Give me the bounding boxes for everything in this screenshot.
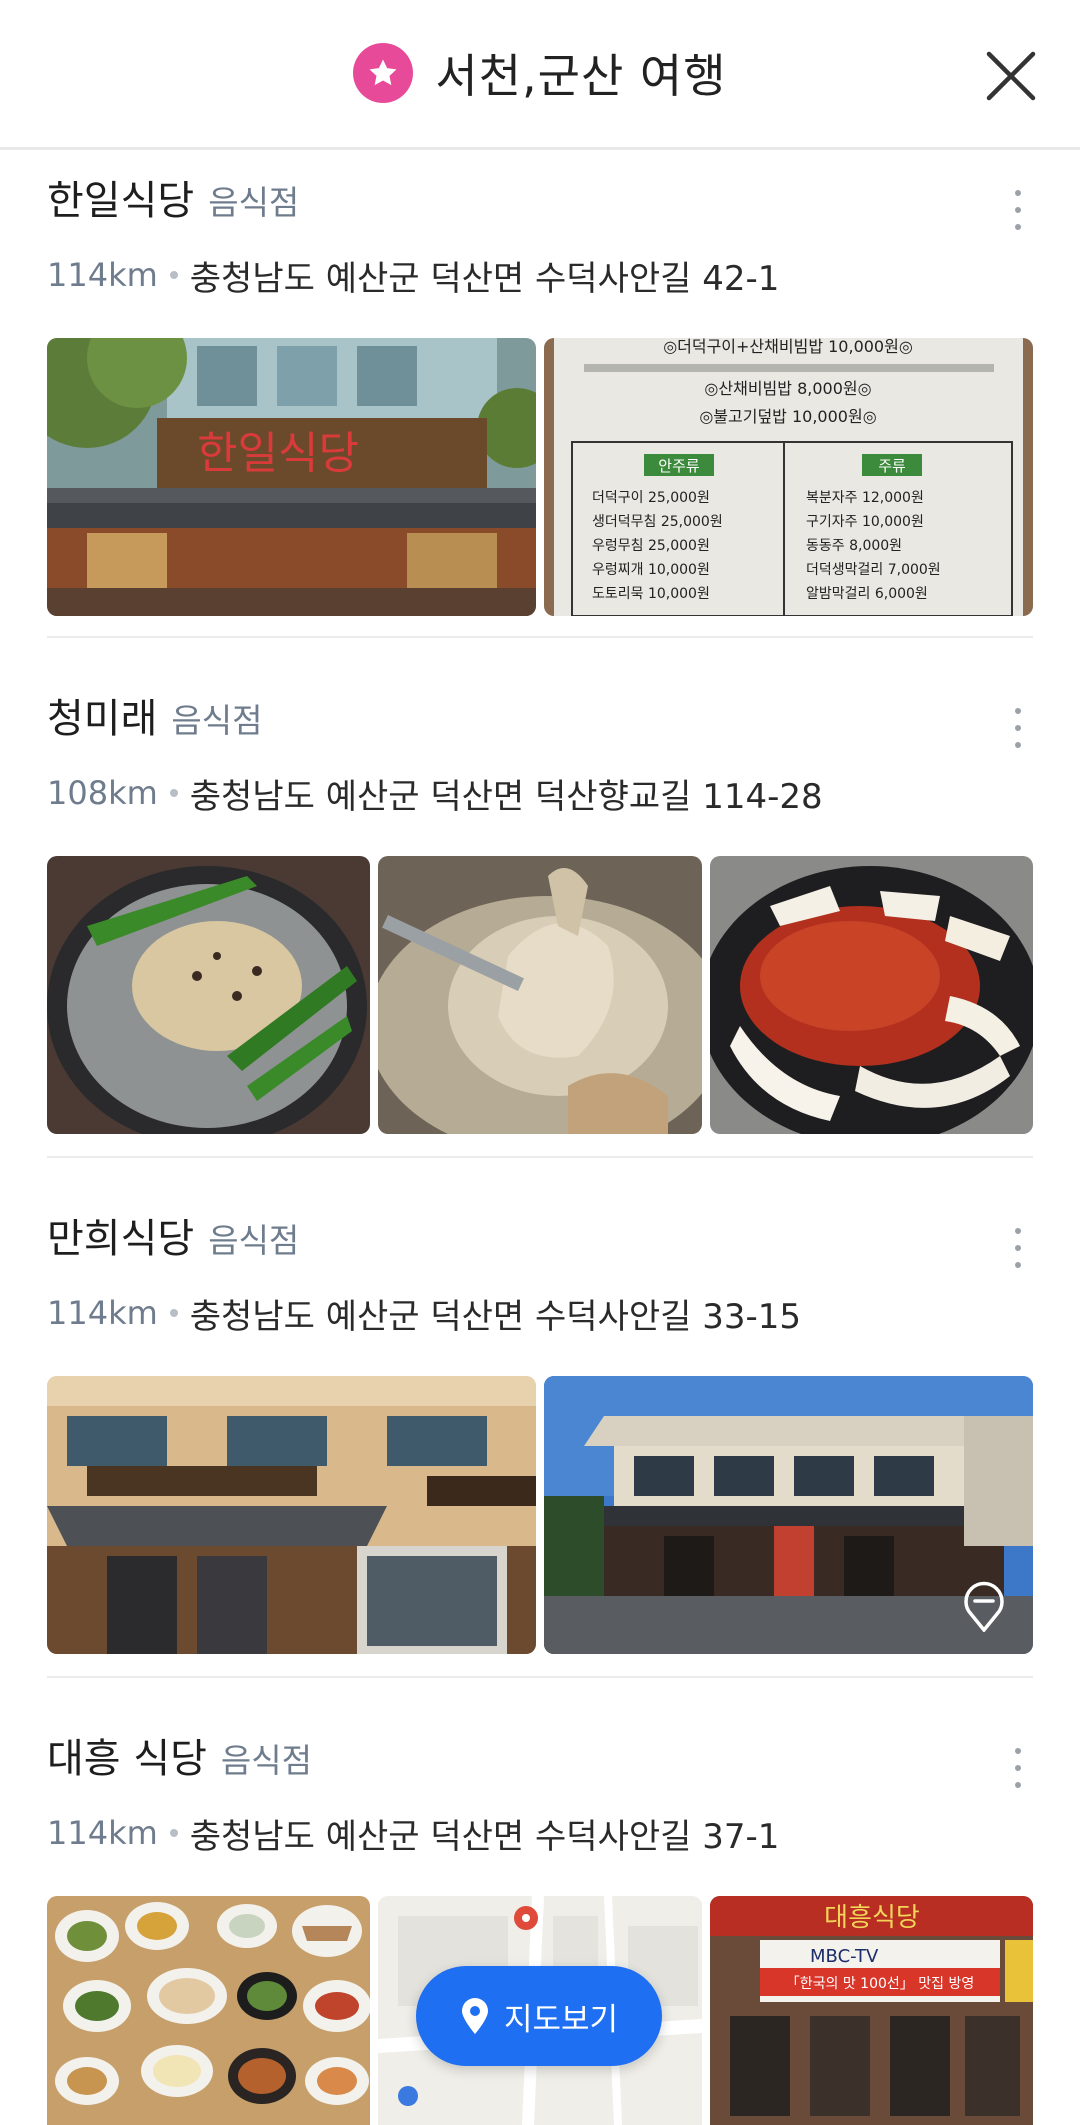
map-view-label: 지도보기 (503, 2001, 619, 2038)
sign-text: 대흥식당 (824, 1903, 920, 1933)
more-options-icon[interactable] (1003, 1228, 1033, 1268)
photo-restaurant-sign[interactable]: 대흥식당 MBC-TV 「한국의 맛 100선」 맛집 방영 (709, 1896, 1033, 2125)
menu-price-item: 알밤막걸리 6,000원 (806, 586, 928, 602)
place-title-row: 대흥 식당 음식점 (47, 1726, 1033, 1786)
place-name[interactable]: 만희식당 (47, 1206, 194, 1264)
menu-price-item: 동동주 8,000원 (806, 538, 902, 554)
place-address-row: 114km 충청남도 예산군 덕산면 수덕사안길 33-15 (47, 1288, 801, 1338)
photo-menu-board[interactable]: ◎더덕구이+산채비빔밥 10,000원◎ ◎산채비빔밥 8,000원◎ ◎불고기… (544, 338, 1033, 616)
divider (47, 1156, 1033, 1158)
divider (47, 1676, 1033, 1678)
divider (47, 636, 1033, 638)
photo-boiled-chicken[interactable] (378, 856, 702, 1134)
menu-price-item: 우렁무침 25,000원 (592, 538, 710, 554)
page-title: 서천,군산 여행 (435, 49, 727, 103)
photo-spicy-stir-fry[interactable] (709, 856, 1033, 1134)
tv-text: MBC-TV (810, 1946, 879, 1967)
place-address-row: 108km 충청남도 예산군 덕산면 덕산향교길 114-28 (47, 768, 823, 818)
photo-building-street[interactable] (544, 1376, 1033, 1654)
menu-price-item: 구기자주 10,000원 (806, 514, 924, 530)
menu-price-item: 생더덕무침 25,000원 (592, 514, 723, 530)
banner-text: 「한국의 맛 100선」 맛집 방영 (785, 1976, 973, 1992)
photo-storefront[interactable]: 한일식당 (47, 338, 536, 616)
place-address-row: 114km 충청남도 예산군 덕산면 수덕사안길 37-1 (47, 1808, 779, 1858)
menu-price-item: 더덕구이 25,000원 (592, 490, 710, 506)
place-category: 음식점 (208, 183, 300, 222)
place-distance: 108km (47, 774, 158, 812)
close-button[interactable] (980, 45, 1042, 107)
sign-text: 한일식당 (197, 428, 359, 479)
place-address-row: 114km 충청남도 예산군 덕산면 수덕사안길 42-1 (47, 250, 779, 300)
menu-price-item: 도토리묵 10,000원 (592, 586, 710, 602)
map-view-button[interactable]: 지도보기 (416, 1966, 662, 2066)
place-distance: 114km (47, 256, 158, 294)
separator-dot (169, 789, 178, 797)
menu-item: ◎산채비빔밥 8,000원◎ (704, 379, 871, 398)
place-category: 음식점 (220, 1741, 313, 1780)
place-distance: 114km (47, 1294, 158, 1332)
place-address: 충청남도 예산군 덕산면 덕산향교길 114-28 (189, 776, 823, 817)
place-name[interactable]: 대흥 식당 (47, 1726, 207, 1784)
more-options-icon[interactable] (1003, 1748, 1033, 1788)
place-name[interactable]: 한일식당 (47, 168, 194, 226)
menu-price-item: 복분자주 12,000원 (806, 490, 924, 506)
close-icon (986, 51, 1036, 101)
menu-col2-title: 주류 (878, 457, 906, 475)
menu-item: ◎불고기덮밥 10,000원◎ (699, 407, 876, 426)
place-title-row: 한일식당 음식점 (47, 168, 1033, 228)
photo-strip (47, 856, 1033, 1134)
place-address: 충청남도 예산군 덕산면 수덕사안길 33-15 (189, 1296, 802, 1337)
menu-price-item: 우렁찌개 10,000원 (592, 562, 710, 578)
header: 서천,군산 여행 (0, 0, 1080, 150)
photo-strip (47, 1376, 1033, 1654)
photo-strip: 한일식당 ◎더덕구이+산채비빔밥 10,000원◎ ◎산채비빔밥 8,000원◎… (47, 338, 1033, 616)
menu-header: ◎더덕구이+산채비빔밥 10,000원◎ (663, 338, 913, 356)
place-name[interactable]: 청미래 (47, 686, 157, 744)
menu-price-item: 더덕생막걸리 7,000원 (806, 562, 941, 578)
place-title-row: 청미래 음식점 (47, 686, 1033, 746)
photo-chicken-hotpot[interactable] (47, 856, 371, 1134)
place-category: 음식점 (171, 701, 263, 740)
more-options-icon[interactable] (1003, 190, 1033, 230)
location-pin-outline-icon[interactable] (961, 1580, 1007, 1632)
place-category: 음식점 (208, 1221, 300, 1260)
separator-dot (169, 1829, 178, 1837)
location-pin-icon (461, 1998, 488, 2034)
photo-building-front[interactable] (47, 1376, 536, 1654)
place-distance: 114km (47, 1814, 158, 1852)
separator-dot (169, 271, 178, 279)
star-icon (353, 43, 414, 103)
separator-dot (169, 1309, 178, 1317)
place-title-row: 만희식당 음식점 (47, 1206, 1033, 1266)
place-address: 충청남도 예산군 덕산면 수덕사안길 37-1 (189, 1816, 780, 1857)
more-options-icon[interactable] (1003, 708, 1033, 748)
menu-col1-title: 안주류 (658, 457, 700, 475)
place-address: 충청남도 예산군 덕산면 수덕사안길 42-1 (189, 258, 780, 299)
header-title-group: 서천,군산 여행 (0, 38, 1080, 108)
photo-table-spread[interactable] (47, 1896, 371, 2125)
